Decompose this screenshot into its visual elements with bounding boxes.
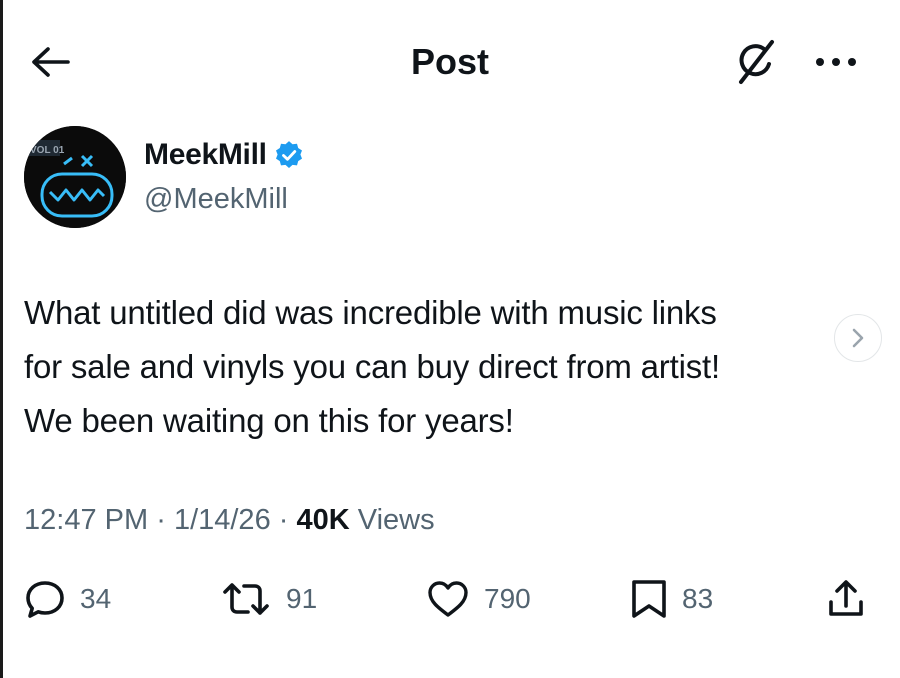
window-edge [0, 0, 3, 678]
like-count: 790 [484, 583, 531, 614]
post-meta: 12:47 PM · 1/14/26 · 40K Views [24, 504, 435, 537]
grok-icon [739, 40, 774, 84]
post-date[interactable]: 1/14/26 [174, 504, 271, 537]
author-name-link[interactable]: MeekMill [144, 138, 303, 172]
share-icon [829, 580, 863, 616]
more-options-button[interactable] [806, 40, 866, 84]
post-text: What untitled did was incredible with mu… [24, 294, 720, 439]
views-count: 40K [296, 504, 350, 536]
like-button[interactable]: 790 [426, 578, 531, 620]
bookmark-button[interactable]: 83 [630, 578, 713, 620]
bookmark-count: 83 [682, 583, 714, 614]
grok-button[interactable] [728, 36, 784, 88]
chevron-right-icon [852, 328, 864, 348]
bookmark-icon [632, 580, 666, 618]
repost-icon [223, 583, 269, 615]
next-media-button[interactable] [834, 314, 882, 362]
share-button[interactable] [826, 578, 866, 620]
reply-button[interactable]: 34 [24, 578, 111, 620]
author-handle[interactable]: @MeekMill [144, 183, 288, 216]
avatar-label: VOL 01 [30, 145, 65, 156]
reply-count: 34 [80, 583, 112, 614]
avatar[interactable]: VOL 01 [24, 126, 126, 228]
author-name: MeekMill [144, 138, 267, 171]
reply-icon [26, 581, 64, 618]
views-label: Views [357, 504, 435, 536]
post-time[interactable]: 12:47 PM [24, 504, 148, 537]
more-horizontal-icon [816, 58, 856, 66]
avatar-image: VOL 01 [24, 126, 126, 228]
verified-badge-icon [275, 141, 302, 168]
meta-separator: · [156, 504, 166, 536]
heart-icon [428, 581, 468, 617]
meta-separator: · [278, 504, 289, 536]
repost-count: 91 [286, 583, 318, 614]
repost-button[interactable]: 91 [220, 578, 317, 620]
